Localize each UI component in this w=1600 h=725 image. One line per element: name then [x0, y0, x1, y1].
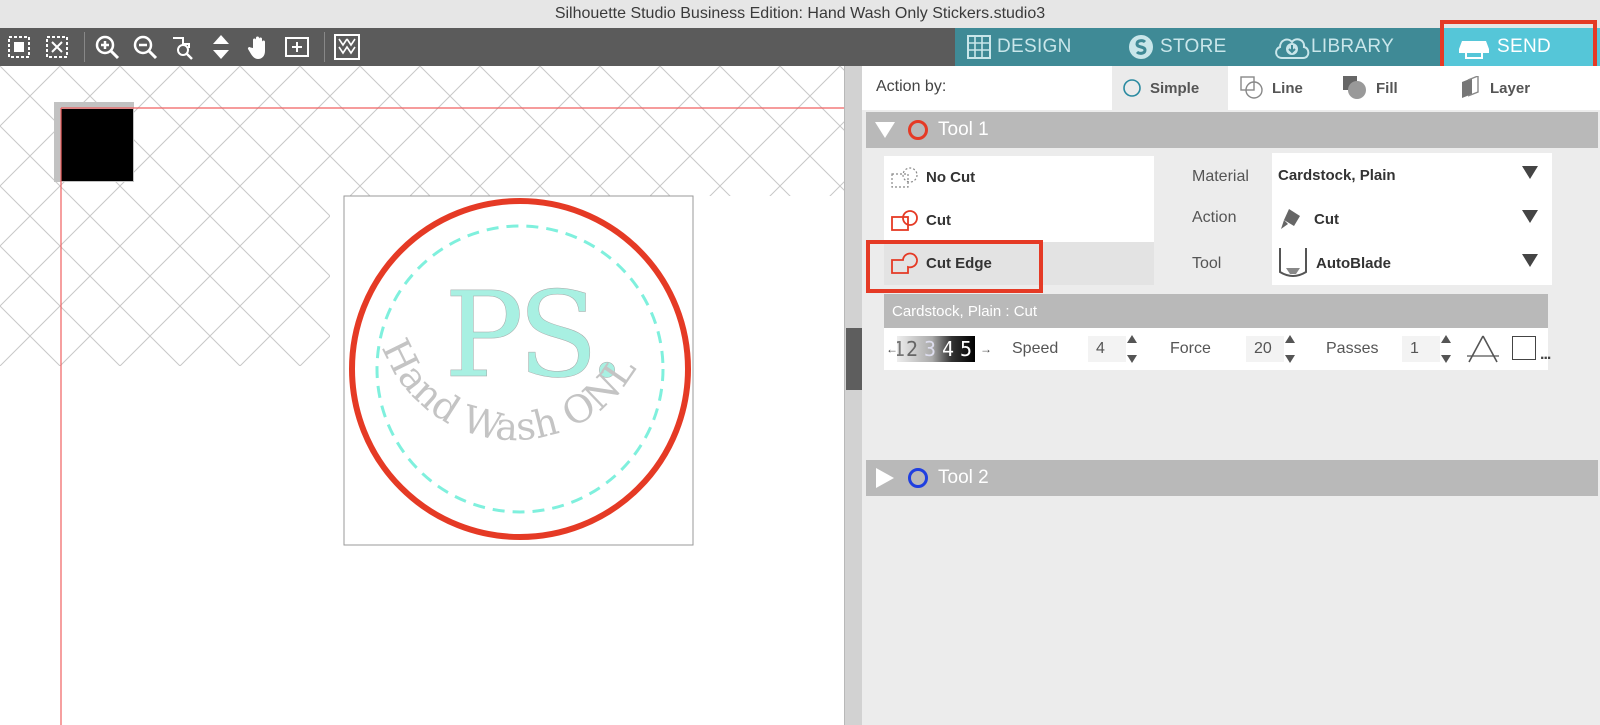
action-dropdown[interactable]: Cut: [1272, 197, 1552, 241]
tab-store[interactable]: STORE: [1128, 28, 1227, 66]
mode-line-label: Line: [1272, 79, 1303, 97]
material-summary-bar: Cardstock, Plain : Cut: [884, 294, 1548, 328]
speed-label: Speed: [1012, 340, 1059, 357]
mode-fill[interactable]: Fill: [1342, 66, 1452, 110]
dropdown-arrow-icon: [1522, 210, 1538, 223]
send-panel: Action by: Simple Line Fill Layer Tool 1…: [862, 66, 1600, 725]
mode-fill-label: Fill: [1376, 79, 1398, 97]
action-by-label: Action by:: [876, 78, 947, 95]
design-canvas[interactable]: PS. Hand Wash ONLY: [0, 66, 844, 725]
no-cut-icon: [884, 165, 926, 191]
force-label: Force: [1170, 340, 1211, 357]
force-stepper[interactable]: [1284, 335, 1296, 363]
move-drag-icon[interactable]: [206, 32, 236, 62]
blade-step-1: 1: [897, 337, 906, 361]
blade-step-3: 3: [924, 337, 937, 361]
action-value: Cut: [1314, 210, 1339, 228]
fit-to-page-icon[interactable]: [282, 32, 312, 62]
window-title-bar: Silhouette Studio Business Edition: Hand…: [0, 0, 1600, 28]
tab-library[interactable]: LIBRARY: [1273, 28, 1394, 66]
force-input[interactable]: 20: [1246, 336, 1284, 362]
dropdown-arrow-icon: [1522, 254, 1538, 267]
passes-stepper[interactable]: [1440, 335, 1452, 363]
expand-triangle-icon[interactable]: [874, 467, 896, 489]
material-label: Material: [1192, 168, 1249, 185]
send-tab-highlight: [1440, 20, 1597, 72]
splitter-handle[interactable]: [846, 328, 862, 390]
speed-input[interactable]: 4: [1088, 336, 1126, 362]
tool2-color-dot: [908, 468, 928, 488]
layer-mode-icon: [1460, 76, 1482, 100]
material-value: Cardstock, Plain: [1278, 166, 1396, 184]
tool1-header[interactable]: Tool 1: [866, 112, 1598, 148]
passes-input[interactable]: 1: [1402, 336, 1440, 362]
page-layout-icon[interactable]: [332, 32, 362, 62]
toolbar-separator: [324, 32, 325, 62]
blade-step-2: 2: [906, 337, 919, 361]
dropdown-arrow-icon: [1522, 166, 1538, 179]
main-toolbar: DESIGN STORE LIBRARY SEND: [0, 28, 1600, 66]
window-title: Silhouette Studio Business Edition: Hand…: [554, 5, 1046, 22]
select-all-icon[interactable]: [4, 32, 34, 62]
tab-design[interactable]: DESIGN: [967, 28, 1072, 66]
action-by-bar: Action by: Simple Line Fill Layer: [862, 66, 1600, 110]
material-dropdown[interactable]: Cardstock, Plain: [1272, 153, 1552, 197]
blade-action-icon: [1280, 207, 1302, 231]
deselect-icon[interactable]: [42, 32, 72, 62]
tab-library-label: LIBRARY: [1311, 36, 1395, 57]
tab-store-label: STORE: [1160, 36, 1227, 57]
cloud-download-icon: [1273, 34, 1311, 60]
simple-circle-icon: [1122, 78, 1142, 98]
zoom-selection-icon[interactable]: [167, 32, 197, 62]
tool2-header[interactable]: Tool 2: [866, 460, 1598, 496]
tool-value: AutoBlade: [1316, 254, 1391, 272]
material-summary: Cardstock, Plain : Cut: [892, 302, 1038, 320]
tool-dropdown[interactable]: AutoBlade: [1272, 241, 1552, 285]
tool1-name: Tool 1: [938, 119, 989, 140]
grid-icon: [967, 35, 991, 59]
option-cut[interactable]: Cut: [884, 199, 1154, 242]
cut-settings-dropdowns: Cardstock, Plain Cut AutoBlade: [1272, 153, 1552, 285]
tool1-color-dot: [908, 120, 928, 140]
tool2-name: Tool 2: [938, 467, 989, 488]
toolbar-separator: [84, 32, 85, 62]
right-arrow-icon[interactable]: →: [980, 342, 992, 356]
blade-depth-slider[interactable]: 1 2 3 4 5: [897, 336, 975, 362]
option-no-cut[interactable]: No Cut: [884, 156, 1154, 199]
tool-label: Tool: [1192, 255, 1222, 272]
zoom-in-icon[interactable]: [92, 32, 122, 62]
cut-icon: [884, 208, 926, 234]
option-no-cut-label: No Cut: [926, 169, 976, 186]
tab-design-label: DESIGN: [997, 36, 1072, 57]
line-mode-icon: [1240, 76, 1264, 100]
option-cut-label: Cut: [926, 212, 951, 229]
mode-line[interactable]: Line: [1234, 66, 1344, 110]
speed-stepper[interactable]: [1126, 335, 1138, 363]
blade-step-4: 4: [942, 337, 955, 361]
mode-layer[interactable]: Layer: [1460, 66, 1590, 110]
action-label: Action: [1192, 209, 1237, 226]
mode-simple-label: Simple: [1150, 79, 1200, 97]
store-s-icon: [1128, 34, 1154, 60]
mode-layer-label: Layer: [1490, 79, 1531, 97]
fill-mode-icon: [1342, 75, 1368, 101]
panel-splitter[interactable]: [844, 66, 862, 725]
blade-step-5: 5: [960, 337, 973, 361]
zoom-out-icon[interactable]: [130, 32, 160, 62]
cut-settings-row: ← 1 2 3 4 5 → Speed 4 Force 20 Passes 1 …: [884, 328, 1551, 370]
mode-simple[interactable]: Simple: [1112, 66, 1228, 110]
line-segment-overcut-icon[interactable]: [1466, 334, 1500, 366]
collapse-triangle-icon[interactable]: [874, 121, 896, 139]
autoblade-icon: [1278, 246, 1308, 280]
more-options-button[interactable]: ...: [1540, 346, 1551, 364]
cut-edge-highlight: [866, 240, 1043, 293]
advanced-settings-checkbox[interactable]: [1512, 336, 1536, 360]
pan-hand-icon[interactable]: [244, 32, 274, 62]
passes-label: Passes: [1326, 340, 1379, 357]
